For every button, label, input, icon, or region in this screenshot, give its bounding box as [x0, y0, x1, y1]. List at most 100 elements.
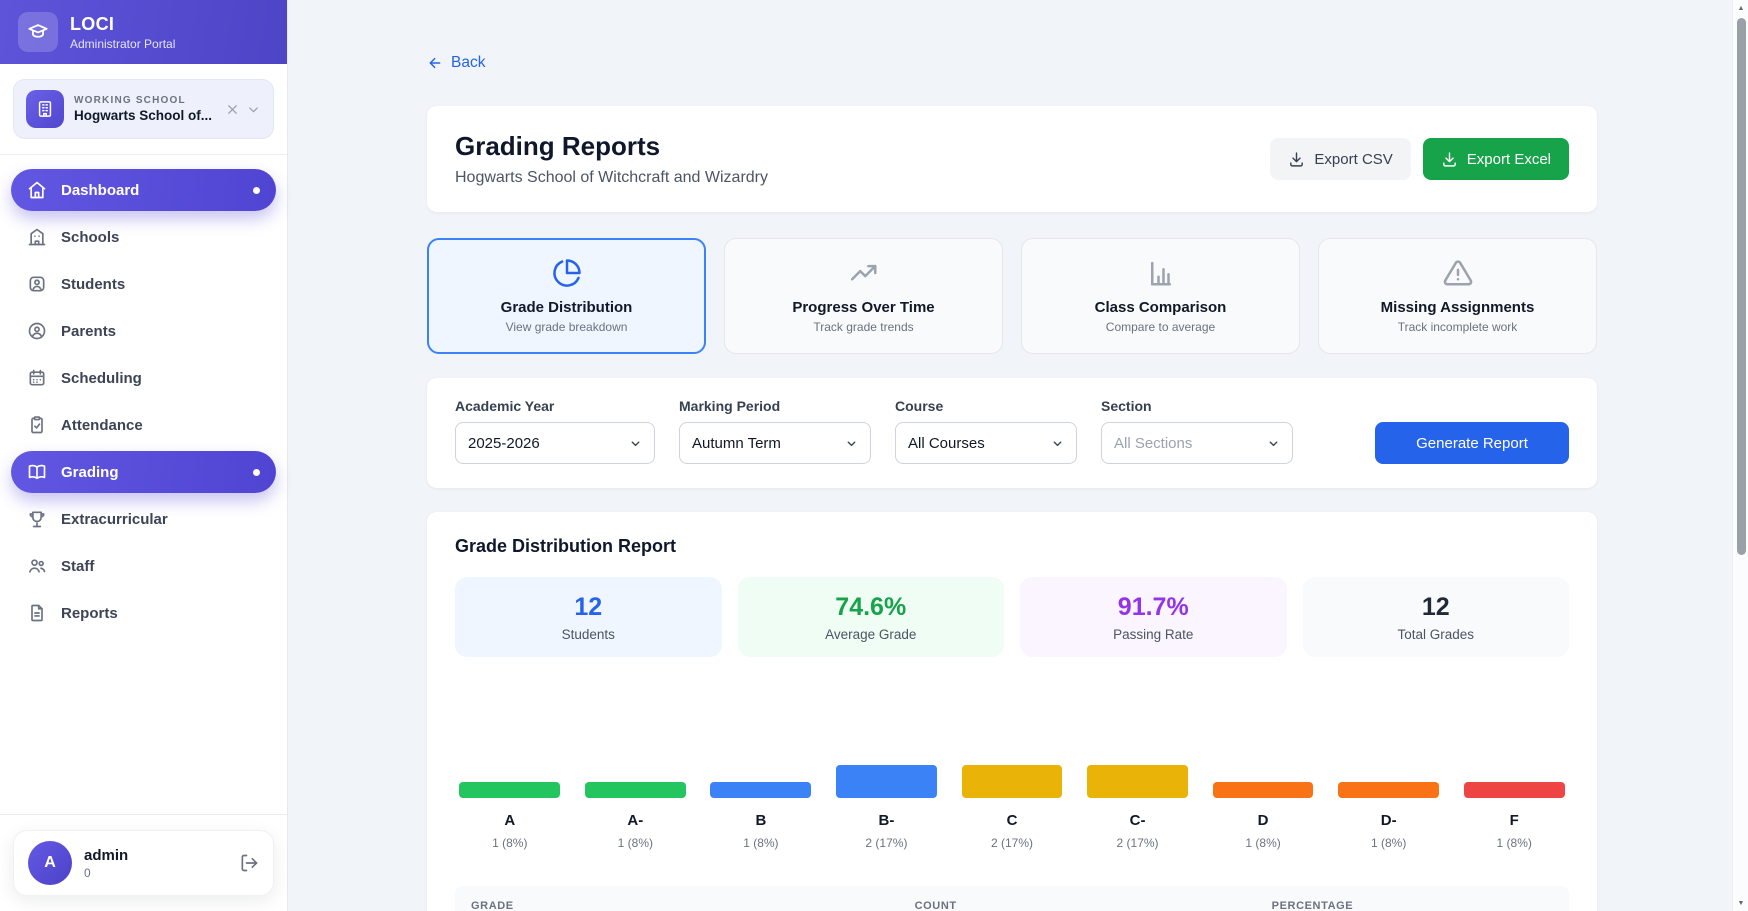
sidebar-item-staff[interactable]: Staff	[11, 545, 276, 587]
chevron-down-icon	[845, 437, 858, 450]
export-excel-label: Export Excel	[1467, 151, 1551, 168]
chart-grade-label: B-	[832, 812, 942, 829]
working-school-section: WORKING SCHOOL Hogwarts School of...	[0, 64, 287, 155]
chart-bar	[836, 765, 937, 798]
chart-count-label: 1 (8%)	[1334, 836, 1444, 850]
user-card[interactable]: A admin 0	[13, 830, 274, 896]
sidebar-item-label: Extracurricular	[61, 511, 168, 528]
chart-column: C 2 (17%)	[957, 665, 1067, 850]
scrollbar-thumb[interactable]	[1737, 18, 1746, 555]
course-select[interactable]: All Courses	[895, 422, 1077, 464]
chart-grade-label: B	[706, 812, 816, 829]
stat-total-grades: 12 Total Grades	[1303, 577, 1570, 657]
clipboard-check-icon	[27, 415, 47, 435]
chart-bar	[962, 765, 1063, 798]
chart-grade-label: A-	[581, 812, 691, 829]
app-subtitle: Administrator Portal	[70, 37, 175, 51]
stat-average-grade: 74.6% Average Grade	[738, 577, 1005, 657]
trophy-icon	[27, 509, 47, 529]
sidebar-item-grading[interactable]: Grading	[11, 451, 276, 493]
chart-count-label: 2 (17%)	[957, 836, 1067, 850]
sidebar-item-attendance[interactable]: Attendance	[11, 404, 276, 446]
user-circle-icon	[27, 321, 47, 341]
active-dot	[253, 187, 260, 194]
chart-bar	[1087, 765, 1188, 798]
logout-icon[interactable]	[239, 853, 259, 873]
sidebar-item-label: Schools	[61, 229, 119, 246]
academic-year-value: 2025-2026	[468, 435, 540, 452]
sidebar-item-label: Staff	[61, 558, 94, 575]
section-value: All Sections	[1114, 435, 1192, 452]
chevron-down-icon[interactable]	[246, 102, 261, 117]
sidebar-item-extracurricular[interactable]: Extracurricular	[11, 498, 276, 540]
sidebar-item-label: Dashboard	[61, 182, 139, 199]
stat-label: Average Grade	[825, 627, 916, 642]
report-type-missing-assignments[interactable]: Missing Assignments Track incomplete wor…	[1318, 238, 1597, 354]
sidebar-item-scheduling[interactable]: Scheduling	[11, 357, 276, 399]
sidebar-footer: A admin 0	[0, 814, 287, 911]
chart-count-label: 1 (8%)	[1208, 836, 1318, 850]
sidebar-item-reports[interactable]: Reports	[11, 592, 276, 634]
section-select[interactable]: All Sections	[1101, 422, 1293, 464]
table-header-grade: GRADE	[471, 900, 915, 911]
page-subtitle: Hogwarts School of Witchcraft and Wizard…	[455, 169, 768, 187]
back-link[interactable]: Back	[427, 54, 485, 72]
back-label: Back	[451, 54, 485, 72]
chevron-down-icon	[1267, 437, 1280, 450]
report-type-grade-distribution[interactable]: Grade Distribution View grade breakdown	[427, 238, 706, 354]
sidebar-item-label: Attendance	[61, 417, 143, 434]
scroll-down-arrow[interactable]: ▼	[1733, 895, 1748, 911]
report-type-title: Progress Over Time	[792, 299, 934, 316]
academic-year-label: Academic Year	[455, 398, 655, 414]
table-header-percentage: PERCENTAGE	[1272, 900, 1553, 911]
sidebar-item-students[interactable]: Students	[11, 263, 276, 305]
sidebar-item-parents[interactable]: Parents	[11, 310, 276, 352]
academic-year-select[interactable]: 2025-2026	[455, 422, 655, 464]
chart-bar	[1464, 782, 1565, 798]
stat-value: 74.6%	[835, 593, 906, 622]
export-excel-button[interactable]: Export Excel	[1423, 138, 1569, 180]
download-icon	[1288, 151, 1305, 168]
pie-chart-icon	[552, 258, 582, 288]
chart-bar	[459, 782, 560, 798]
working-school-card[interactable]: WORKING SCHOOL Hogwarts School of...	[13, 79, 274, 139]
student-icon	[27, 274, 47, 294]
app-logo	[18, 12, 58, 52]
chart-column: B- 2 (17%)	[832, 665, 942, 850]
sidebar-header: LOCI Administrator Portal	[0, 0, 287, 64]
report-type-progress-over-time[interactable]: Progress Over Time Track grade trends	[724, 238, 1003, 354]
generate-report-button[interactable]: Generate Report	[1375, 422, 1569, 464]
chart-grade-label: A	[455, 812, 565, 829]
grade-table-header: GRADE COUNT PERCENTAGE	[455, 886, 1569, 911]
stat-value: 91.7%	[1118, 593, 1189, 622]
report-type-title: Class Comparison	[1095, 299, 1227, 316]
report-type-subtitle: Track incomplete work	[1398, 320, 1518, 334]
clear-school-icon[interactable]	[225, 102, 240, 117]
chart-count-label: 2 (17%)	[832, 836, 942, 850]
report-type-subtitle: Compare to average	[1106, 320, 1215, 334]
sidebar-item-label: Grading	[61, 464, 119, 481]
chart-grade-label: C	[957, 812, 1067, 829]
stat-value: 12	[1422, 593, 1450, 622]
sidebar-item-schools[interactable]: Schools	[11, 216, 276, 258]
scroll-up-arrow[interactable]: ▲	[1733, 0, 1748, 16]
export-csv-button[interactable]: Export CSV	[1270, 138, 1410, 180]
school-building-icon	[26, 90, 64, 128]
working-school-name: Hogwarts School of...	[74, 108, 215, 123]
sidebar-item-dashboard[interactable]: Dashboard	[11, 169, 276, 211]
marking-period-select[interactable]: Autumn Term	[679, 422, 871, 464]
course-value: All Courses	[908, 435, 985, 452]
chart-bar	[1338, 782, 1439, 798]
calendar-icon	[27, 368, 47, 388]
chevron-down-icon	[629, 437, 642, 450]
chart-count-label: 1 (8%)	[706, 836, 816, 850]
user-name: admin	[84, 847, 128, 864]
file-text-icon	[27, 603, 47, 623]
stat-passing-rate: 91.7% Passing Rate	[1020, 577, 1287, 657]
chart-grade-label: F	[1459, 812, 1569, 829]
export-csv-label: Export CSV	[1314, 151, 1392, 168]
report-type-class-comparison[interactable]: Class Comparison Compare to average	[1021, 238, 1300, 354]
report-type-subtitle: Track grade trends	[813, 320, 913, 334]
chart-grade-label: C-	[1083, 812, 1193, 829]
scrollbar[interactable]: ▲ ▼	[1732, 0, 1748, 911]
